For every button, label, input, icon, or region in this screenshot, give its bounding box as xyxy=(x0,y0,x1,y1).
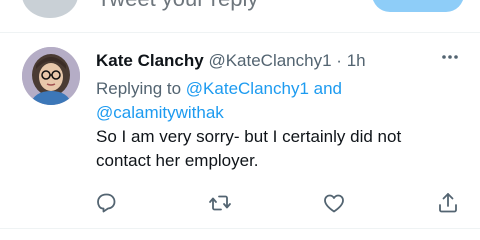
replying-to: Replying to @KateClanchy1 and @calamityw… xyxy=(96,77,396,125)
reply-composer: Tweet your reply xyxy=(0,0,480,32)
separator-dot: · xyxy=(336,51,342,70)
heart-icon[interactable] xyxy=(322,191,346,215)
more-horizontal-icon[interactable] xyxy=(440,47,460,67)
tweet[interactable]: Kate Clanchy @KateClanchy1 · 1h Replying… xyxy=(0,33,480,240)
reply-icon[interactable] xyxy=(94,191,118,215)
tweet-text-line: So I am very sorry- but I certainly did … xyxy=(96,127,402,146)
mention-link[interactable]: @KateClanchy1 xyxy=(186,79,309,98)
mention-link[interactable]: @calamitywithak xyxy=(96,103,224,122)
tweet-text-line: contact her employer. xyxy=(96,151,259,170)
divider xyxy=(0,228,480,229)
avatar[interactable] xyxy=(22,47,80,105)
current-user-avatar xyxy=(22,0,78,18)
reply-input[interactable]: Tweet your reply xyxy=(97,0,258,12)
author-name[interactable]: Kate Clanchy xyxy=(96,51,204,70)
reply-button[interactable] xyxy=(372,0,464,12)
share-icon[interactable] xyxy=(436,191,460,215)
replying-and[interactable]: and xyxy=(314,79,342,98)
tweet-actions xyxy=(0,189,480,217)
retweet-icon[interactable] xyxy=(208,191,232,215)
timestamp[interactable]: 1h xyxy=(347,51,366,70)
replying-prefix: Replying to xyxy=(96,79,182,98)
author-handle[interactable]: @KateClanchy1 xyxy=(208,51,331,70)
tweet-text: So I am very sorry- but I certainly did … xyxy=(96,125,436,173)
tweet-header: Kate Clanchy @KateClanchy1 · 1h xyxy=(96,51,366,71)
